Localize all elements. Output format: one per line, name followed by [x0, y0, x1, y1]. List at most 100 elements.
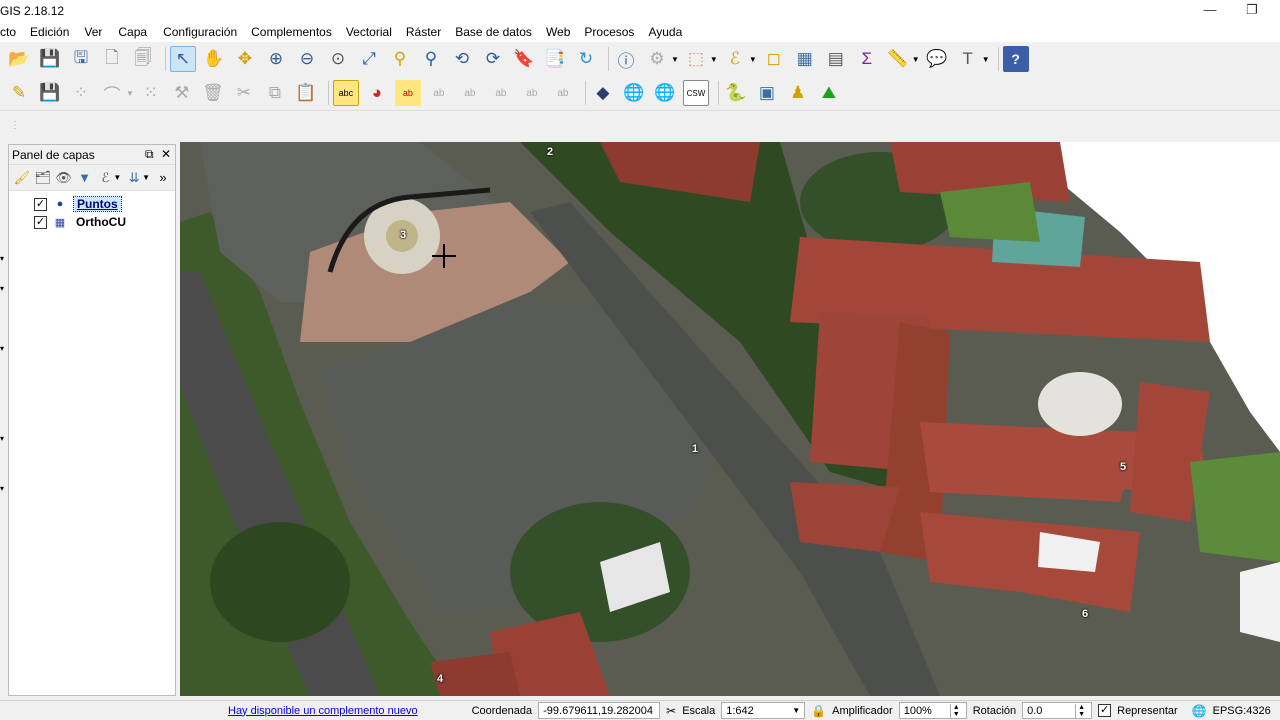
chevron-down-icon[interactable]: ▾	[0, 254, 4, 263]
pan-hand-icon[interactable]: ✋	[201, 46, 227, 72]
rotate-label-icon[interactable]: ab	[519, 80, 545, 106]
spinner-arrows-icon[interactable]: ▲ ▼	[1075, 703, 1087, 718]
chevron-down-icon[interactable]: ▼	[912, 55, 920, 64]
visibility-eye-icon[interactable]: 👁	[55, 168, 73, 188]
toolbar-grip-icon[interactable]: ⋮	[10, 120, 20, 131]
composer-manager-icon[interactable]: 🗐	[130, 46, 156, 72]
menu-database[interactable]: Base de datos	[455, 25, 532, 39]
zoom-full-icon[interactable]: ⤢	[356, 46, 382, 72]
chevron-down-icon[interactable]: ▾	[0, 344, 4, 353]
close-icon[interactable]: ✕	[161, 147, 171, 161]
georeferencer-icon[interactable]: ▣	[754, 80, 780, 106]
menu-project[interactable]: cto	[0, 25, 16, 39]
deselect-icon[interactable]: ◻	[761, 46, 787, 72]
wfs-icon[interactable]: 🌐	[652, 80, 678, 106]
change-label-icon[interactable]: ab	[550, 80, 576, 106]
save-as-icon[interactable]: 🖫	[68, 46, 94, 72]
menu-processing[interactable]: Procesos	[584, 25, 634, 39]
pan-selection-icon[interactable]: ↖	[170, 46, 196, 72]
map-canvas[interactable]: 2 3 1 5 6 4	[180, 142, 1280, 696]
refresh-icon[interactable]: ↻	[573, 46, 599, 72]
crs-label[interactable]: EPSG:4326	[1213, 705, 1271, 717]
chevron-down-icon[interactable]: ▼	[749, 55, 757, 64]
zoom-out-icon[interactable]: ⊖	[294, 46, 320, 72]
diagram-icon[interactable]: ◕	[364, 80, 390, 106]
zoom-to-layer-icon[interactable]: ⚲	[418, 46, 444, 72]
lock-icon[interactable]: 🔒	[811, 704, 826, 718]
statistics-icon[interactable]: Σ	[854, 46, 880, 72]
layer-visibility-checkbox[interactable]: ✓	[34, 215, 47, 229]
add-point-icon[interactable]: ⁘	[68, 80, 94, 106]
map-point-label[interactable]: 5	[1115, 460, 1131, 474]
menu-layer[interactable]: Capa	[118, 25, 147, 39]
menu-settings[interactable]: Configuración	[163, 25, 237, 39]
menu-raster[interactable]: Ráster	[406, 25, 441, 39]
more-icon[interactable]: »	[154, 168, 172, 188]
coordinate-field[interactable]: -99.679611,19.282004	[538, 702, 661, 719]
identify-icon[interactable]: ⓘ	[613, 46, 639, 72]
edit-pencil-icon[interactable]: ✎	[6, 80, 32, 106]
text-annotation-icon[interactable]: T	[955, 46, 981, 72]
field-calculator-icon[interactable]: ▤	[823, 46, 849, 72]
restore-icon[interactable]: ❐	[1242, 2, 1262, 18]
map-point-label[interactable]: 1	[687, 442, 703, 456]
move-label-icon[interactable]: ab	[488, 80, 514, 106]
add-group-icon[interactable]: 🗂	[34, 168, 52, 188]
chevron-down-icon[interactable]: ▼	[671, 55, 679, 64]
node-tool-icon[interactable]: ⚒	[169, 80, 195, 106]
add-line-icon[interactable]: ⌒	[99, 80, 125, 106]
crs-globe-icon[interactable]: 🌐	[1192, 704, 1207, 718]
cut-icon[interactable]: ✂	[231, 80, 257, 106]
measure-line-icon[interactable]: 📏	[885, 46, 911, 72]
delete-icon[interactable]: 🗑	[200, 80, 226, 106]
show-bookmarks-icon[interactable]: 📑	[542, 46, 568, 72]
openlayers-icon[interactable]: ◆	[590, 80, 616, 106]
zoom-native-icon[interactable]: ⊙	[325, 46, 351, 72]
select-features-icon[interactable]: ⬚	[683, 46, 709, 72]
map-point-label[interactable]: 6	[1077, 607, 1093, 621]
map-tips-icon[interactable]: 💬	[924, 46, 950, 72]
layer-item-orthocu[interactable]: ✓ ▦ OrthoCU	[9, 213, 175, 231]
render-checkbox[interactable]: ✓	[1098, 704, 1112, 717]
wms-icon[interactable]: 🌐	[621, 80, 647, 106]
show-hide-label-icon[interactable]: ab	[457, 80, 483, 106]
chevron-down-icon[interactable]: ▼	[113, 173, 121, 182]
save-icon[interactable]: 💾	[37, 46, 63, 72]
zoom-to-selection-icon[interactable]: ⚲	[387, 46, 413, 72]
scale-select[interactable]: 1:642 ▼	[721, 702, 806, 719]
minimize-icon[interactable]: —	[1200, 2, 1220, 17]
menu-vector[interactable]: Vectorial	[346, 25, 392, 39]
chevron-down-icon[interactable]: ▼	[142, 173, 150, 182]
chevron-down-icon[interactable]: ▼	[982, 55, 990, 64]
menu-view[interactable]: Ver	[84, 25, 102, 39]
add-feature-icon[interactable]: ⁙	[138, 80, 164, 106]
label-abc-icon[interactable]: abc	[332, 80, 359, 106]
rotation-spinbox[interactable]: 0.0 ▲ ▼	[1022, 702, 1093, 719]
measure-icon[interactable]: ⚙	[644, 46, 670, 72]
new-bookmark-icon[interactable]: 🔖	[511, 46, 537, 72]
select-expression-icon[interactable]: ℰ	[722, 46, 748, 72]
menu-web[interactable]: Web	[546, 25, 570, 39]
help-icon[interactable]: ?	[1002, 46, 1029, 72]
magnifier-spinbox[interactable]: 100% ▲ ▼	[898, 702, 967, 719]
chevron-down-icon[interactable]: ▾	[0, 434, 4, 443]
attribute-table-icon[interactable]: ▦	[792, 46, 818, 72]
chevron-down-icon[interactable]: ▼	[126, 89, 134, 98]
zoom-next-icon[interactable]: ⟳	[480, 46, 506, 72]
layer-visibility-checkbox[interactable]: ✓	[34, 197, 47, 211]
chevron-down-icon[interactable]: ▾	[0, 284, 4, 293]
menu-edit[interactable]: Edición	[30, 25, 69, 39]
menu-plugins[interactable]: Complementos	[251, 25, 332, 39]
spinner-arrows-icon[interactable]: ▲ ▼	[949, 703, 962, 718]
plugin-update-link[interactable]: Hay disponible un complemento nuevo	[228, 705, 418, 717]
filter-expression-icon[interactable]: ℰ	[97, 168, 115, 188]
save-edits-icon[interactable]: 💾	[37, 80, 63, 106]
pan-to-selection-icon[interactable]: ✥	[232, 46, 258, 72]
map-point-label[interactable]: 3	[395, 228, 411, 242]
gps-icon[interactable]: ♟	[785, 80, 811, 106]
zoom-last-icon[interactable]: ⟲	[449, 46, 475, 72]
expand-all-icon[interactable]: ⇊	[125, 168, 143, 188]
style-manager-icon[interactable]: 🖌	[13, 168, 31, 188]
menu-help[interactable]: Ayuda	[648, 25, 682, 39]
paste-icon[interactable]: 📋	[293, 80, 319, 106]
